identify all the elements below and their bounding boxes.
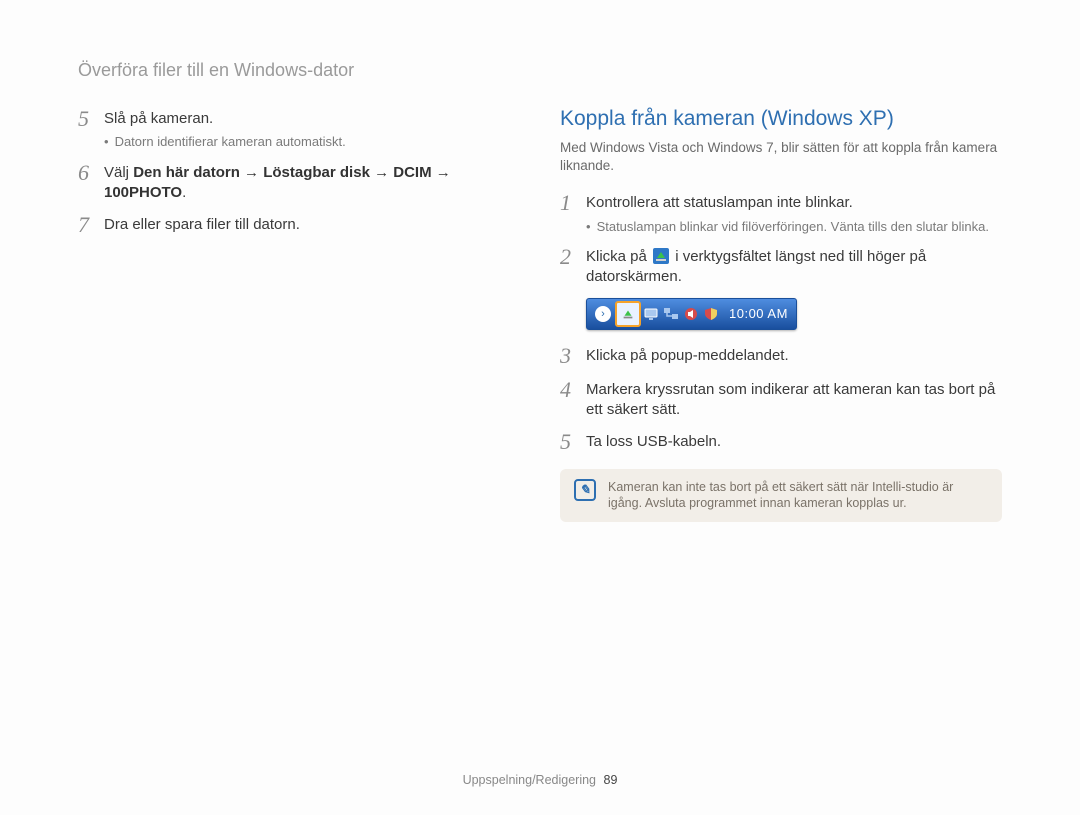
step-text: Ta loss USB-kabeln. bbox=[586, 433, 721, 450]
highlighted-tray-icon bbox=[615, 301, 641, 327]
step-1: 1 Kontrollera att statuslampan inte blin… bbox=[560, 191, 1002, 235]
step-5: 5 Slå på kameran. • Datorn identifierar … bbox=[78, 107, 520, 151]
step-4: 4 Markera kryssrutan som indikerar att k… bbox=[560, 378, 1002, 421]
step-body: Välj Den här datorn → Löstagbar disk → D… bbox=[104, 161, 520, 204]
note-text: Kameran kan inte tas bort på ett säkert … bbox=[608, 479, 988, 513]
arrow-icon: → bbox=[240, 164, 263, 181]
step-text: Kontrollera att statuslampan inte blinka… bbox=[586, 193, 1002, 213]
step-6: 6 Välj Den här datorn → Löstagbar disk →… bbox=[78, 161, 520, 204]
volume-icon bbox=[683, 306, 699, 322]
step-body: Dra eller spara filer till datorn. bbox=[104, 213, 520, 235]
step-sub: • Datorn identifierar kameran automatisk… bbox=[104, 133, 520, 151]
step-prefix: Välj bbox=[104, 164, 133, 181]
path-seg-4: 100PHOTO bbox=[104, 184, 182, 201]
display-icon bbox=[643, 306, 659, 322]
step-2: 2 Klicka på i verktygsfältet längst ned … bbox=[560, 245, 1002, 288]
shield-icon bbox=[703, 306, 719, 322]
step-body: Klicka på popup-meddelandet. bbox=[586, 344, 1002, 366]
arrow-icon: → bbox=[432, 164, 451, 181]
system-tray-illustration: › bbox=[586, 298, 1002, 330]
step-number: 1 bbox=[560, 191, 586, 215]
two-column-layout: 5 Slå på kameran. • Datorn identifierar … bbox=[78, 107, 1002, 522]
step-text: Slå på kameran. bbox=[104, 109, 520, 129]
safely-remove-icon bbox=[653, 248, 669, 264]
step-body: Ta loss USB-kabeln. bbox=[586, 430, 1002, 452]
step-body: Kontrollera att statuslampan inte blinka… bbox=[586, 191, 1002, 235]
step-3: 3 Klicka på popup-meddelandet. bbox=[560, 344, 1002, 368]
bullet-icon: • bbox=[104, 133, 109, 151]
chevron-right-icon: › bbox=[595, 306, 611, 322]
bullet-icon: • bbox=[586, 218, 591, 236]
step-number: 6 bbox=[78, 161, 104, 185]
step-number: 2 bbox=[560, 245, 586, 269]
step-body: Slå på kameran. • Datorn identifierar ka… bbox=[104, 107, 520, 151]
step-7: 7 Dra eller spara filer till datorn. bbox=[78, 213, 520, 237]
step-2-text-a: Klicka på bbox=[586, 248, 651, 265]
left-column: 5 Slå på kameran. • Datorn identifierar … bbox=[78, 107, 520, 522]
step-text: Klicka på popup-meddelandet. bbox=[586, 347, 789, 364]
path-seg-2: Löstagbar disk bbox=[263, 164, 370, 181]
page-title: Överföra filer till en Windows-dator bbox=[78, 60, 1002, 81]
step-number: 7 bbox=[78, 213, 104, 237]
step-body: Klicka på i verktygsfältet längst ned ti… bbox=[586, 245, 1002, 288]
safely-remove-icon bbox=[621, 307, 635, 321]
system-tray: › bbox=[586, 298, 797, 330]
page-footer: Uppspelning/Redigering 89 bbox=[0, 773, 1080, 787]
step-number: 4 bbox=[560, 378, 586, 402]
step-body: Markera kryssrutan som indikerar att kam… bbox=[586, 378, 1002, 421]
step-number: 3 bbox=[560, 344, 586, 368]
step-sub-text: Statuslampan blinkar vid filöverföringen… bbox=[597, 218, 989, 236]
step-text: Dra eller spara filer till datorn. bbox=[104, 216, 300, 233]
path-seg-3: DCIM bbox=[393, 164, 431, 181]
step-sub: • Statuslampan blinkar vid filöverföring… bbox=[586, 218, 1002, 236]
footer-section: Uppspelning/Redigering bbox=[463, 773, 596, 787]
step-text: Markera kryssrutan som indikerar att kam… bbox=[586, 381, 995, 418]
document-page: Överföra filer till en Windows-dator 5 S… bbox=[0, 0, 1080, 815]
note-box: ✎ Kameran kan inte tas bort på ett säker… bbox=[560, 469, 1002, 523]
period: . bbox=[182, 184, 186, 201]
step-sub-text: Datorn identifierar kameran automatiskt. bbox=[115, 133, 346, 151]
tray-clock: 10:00 AM bbox=[729, 306, 788, 321]
step-5r: 5 Ta loss USB-kabeln. bbox=[560, 430, 1002, 454]
section-heading: Koppla från kameran (Windows XP) bbox=[560, 107, 1002, 131]
page-number: 89 bbox=[604, 773, 618, 787]
network-icon bbox=[663, 306, 679, 322]
section-subtitle: Med Windows Vista och Windows 7, blir sä… bbox=[560, 139, 1002, 175]
step-number: 5 bbox=[560, 430, 586, 454]
note-icon: ✎ bbox=[574, 479, 596, 501]
arrow-icon: → bbox=[370, 164, 393, 181]
right-column: Koppla från kameran (Windows XP) Med Win… bbox=[560, 107, 1002, 522]
step-number: 5 bbox=[78, 107, 104, 131]
path-seg-1: Den här datorn bbox=[133, 164, 240, 181]
